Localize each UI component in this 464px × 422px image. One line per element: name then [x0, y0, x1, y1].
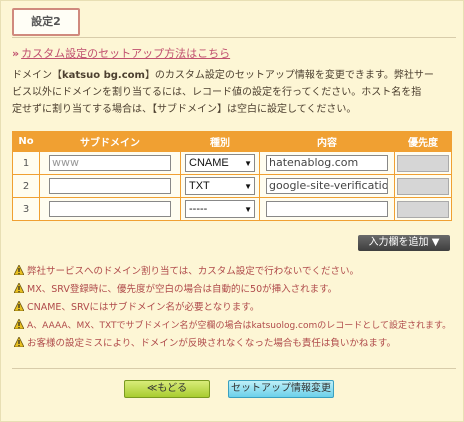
note-text: お客様の設定ミスにより、ドメインが反映されなくなった場合も責任は負いかねます。	[27, 338, 396, 349]
row-number: 3	[12, 197, 40, 221]
note-text: 弊社サービスへのドメイン割り当ては、カスタム設定で行わないでください。	[27, 266, 360, 277]
notes-list: 弊社サービスへのドメイン割り当ては、カスタム設定で行わないでください。 MX、S…	[14, 263, 460, 353]
dropdown-arrow-icon: ▼	[244, 181, 252, 191]
warning-icon	[14, 319, 24, 329]
divider	[12, 37, 456, 38]
row-number: 2	[12, 174, 40, 198]
col-type: 種別	[180, 131, 260, 152]
content-input[interactable]	[266, 201, 388, 217]
col-subdomain: サブドメイン	[39, 131, 181, 152]
dropdown-arrow-icon: ▼	[244, 204, 252, 214]
priority-input[interactable]	[397, 154, 449, 172]
warning-icon	[14, 265, 24, 275]
double-chevron-icon: »	[12, 47, 20, 60]
table-row: 3 ----- ▼	[12, 197, 452, 221]
add-input-row-button[interactable]: 入力欄を追加 ▼	[358, 235, 450, 251]
divider	[12, 368, 456, 369]
type-select-value: CNAME	[189, 157, 229, 169]
intro-line1-pre: ドメイン【	[12, 70, 62, 81]
row-number: 1	[12, 151, 40, 175]
back-button[interactable]: ≪もどる	[124, 380, 210, 398]
type-select[interactable]: TXT ▼	[185, 177, 255, 195]
type-select[interactable]: CNAME ▼	[185, 154, 255, 172]
col-content: 内容	[259, 131, 395, 152]
table-row: 2 TXT ▼ google-site-verificatio	[12, 174, 452, 198]
subdomain-input[interactable]: www	[49, 155, 171, 171]
type-select-value: TXT	[189, 180, 210, 192]
dns-record-table: No サブドメイン 種別 内容 優先度 1 www CNAME ▼ hatenab…	[12, 131, 452, 221]
type-select[interactable]: ----- ▼	[185, 200, 255, 218]
list-item: お客様の設定ミスにより、ドメインが反映されなくなった場合も責任は負いかねます。	[14, 335, 460, 353]
note-text: MX、SRV登録時に、優先度が空白の場合は自動的に50が挿入されます。	[27, 284, 338, 295]
table-header-row: No サブドメイン 種別 内容 優先度	[12, 131, 452, 152]
dropdown-arrow-icon: ▼	[244, 158, 252, 168]
priority-input[interactable]	[397, 200, 449, 218]
list-item: CNAME、SRVにはサブドメイン名が必要となります。	[14, 299, 460, 317]
col-no: No	[12, 131, 40, 152]
warning-icon	[14, 337, 24, 347]
note-text: CNAME、SRVにはサブドメイン名が必要となります。	[27, 302, 260, 313]
save-setup-button[interactable]: セットアップ情報変更	[228, 380, 334, 398]
list-item: A、AAAA、MX、TXTでサブドメイン名が空欄の場合はkatsuolog.co…	[14, 317, 460, 335]
subdomain-input[interactable]	[49, 201, 171, 217]
intro-text: ドメイン【katsuo bg.com】のカスタム設定のセットアップ情報を変更でき…	[12, 67, 458, 118]
intro-line1-post: 】のカスタム設定のセットアップ情報を変更できます。弊社サー	[144, 70, 434, 81]
warning-icon	[14, 283, 24, 293]
priority-input[interactable]	[397, 177, 449, 195]
list-item: MX、SRV登録時に、優先度が空白の場合は自動的に50が挿入されます。	[14, 281, 460, 299]
intro-domain: katsuo bg.com	[62, 70, 145, 81]
page-title: 設定2	[12, 8, 80, 36]
content-input[interactable]: google-site-verificatio	[266, 178, 388, 194]
table-row: 1 www CNAME ▼ hatenablog.com	[12, 151, 452, 175]
content-input[interactable]: hatenablog.com	[266, 155, 388, 171]
type-select-value: -----	[189, 203, 208, 215]
intro-line3: 定せずに割り当てする場合は、【サブドメイン】は空白に設定してください。	[12, 104, 357, 115]
setup-help-link[interactable]: » カスタム設定のセットアップ方法はこちら	[12, 45, 230, 61]
col-priority: 優先度	[394, 131, 452, 152]
intro-line2: ビス以外にドメインを割り当てるには、レコード値の設定を行ってください。ホスト名を…	[12, 87, 422, 98]
warning-icon	[14, 301, 24, 311]
note-text: A、AAAA、MX、TXTでサブドメイン名が空欄の場合はkatsuolog.co…	[27, 321, 452, 331]
list-item: 弊社サービスへのドメイン割り当ては、カスタム設定で行わないでください。	[14, 263, 460, 281]
setup-help-link-text: カスタム設定のセットアップ方法はこちら	[21, 47, 231, 60]
subdomain-input[interactable]	[49, 178, 171, 194]
